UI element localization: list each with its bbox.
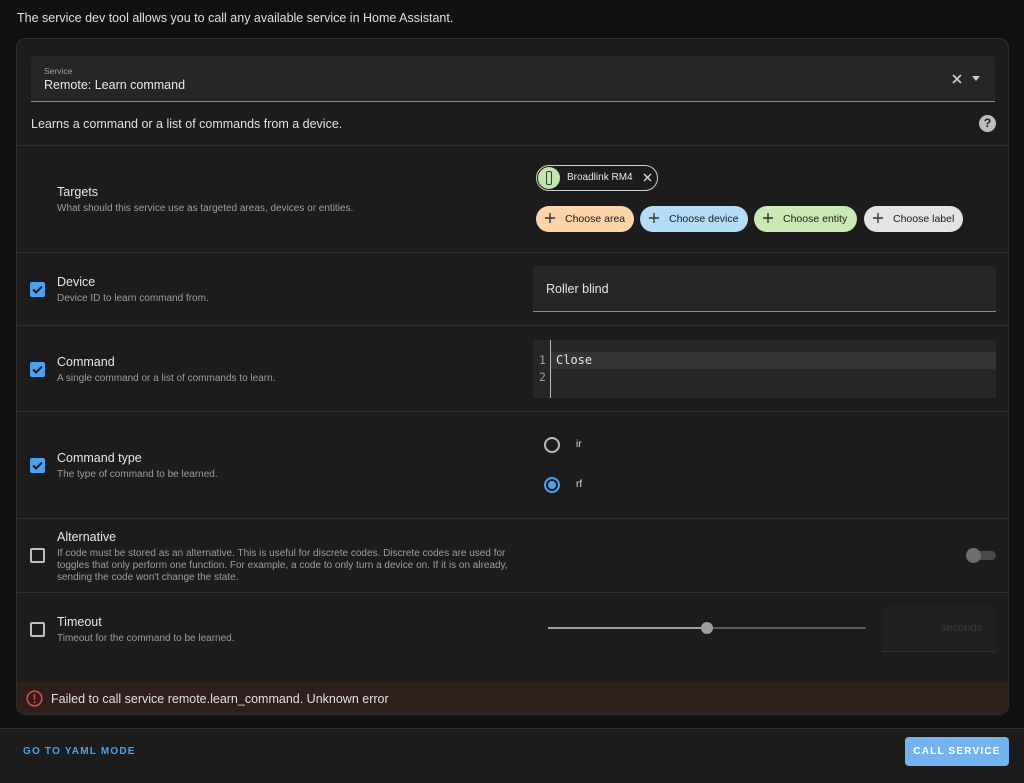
line-gutter: 1 2 [533,340,551,398]
device-field[interactable]: Roller blind [533,266,996,312]
call-service-button[interactable]: CALL SERVICE [905,737,1009,766]
alternative-subtitle-line-3: sending the code won't change the state. [57,572,239,583]
radio-rf-label: rf [576,479,583,490]
target-entity-chip[interactable]: Broadlink RM4 [536,165,658,191]
command-title: Command [57,355,115,369]
device-checkbox[interactable] [30,282,45,297]
toggle-knob [966,548,981,563]
divider [17,252,1008,253]
slider-thumb[interactable] [701,622,713,634]
timeout-checkbox[interactable] [30,622,45,637]
check-icon [32,285,43,294]
alternative-subtitle-line-2: toggles that only perform one function. … [57,560,508,571]
choose-area-button[interactable]: Choose area [536,206,634,232]
clear-icon[interactable] [950,72,964,86]
command-code-text: Close [556,353,593,367]
intro-text: The service dev tool allows you to call … [17,11,454,25]
error-message: Failed to call service remote.learn_comm… [51,692,389,706]
choose-device-label: Choose device [669,213,739,225]
timeout-title: Timeout [57,615,102,629]
command-type-title: Command type [57,451,142,465]
service-select-value: Remote: Learn command [44,78,186,92]
service-select[interactable]: Service Remote: Learn command [31,56,995,102]
alternative-checkbox[interactable] [30,548,45,563]
check-icon [32,461,43,470]
divider [17,592,1008,593]
error-alert: Failed to call service remote.learn_comm… [17,682,1008,714]
radio-ir[interactable] [544,437,560,453]
device-field-value: Roller blind [546,282,609,296]
seconds-suffix: seconds [941,622,982,634]
targets-title: Targets [57,185,98,199]
divider [17,145,1008,146]
timeout-subtitle: Timeout for the command to be learned. [57,633,235,644]
plus-icon [545,213,555,223]
remove-chip-icon[interactable] [643,173,652,182]
divider [17,325,1008,326]
service-card: Service Remote: Learn command Learns a c… [16,38,1009,715]
targets-subtitle: What should this service use as targeted… [57,203,354,214]
plus-icon [763,213,773,223]
divider [17,411,1008,412]
alert-circle-icon [26,690,43,707]
device-subtitle: Device ID to learn command from. [57,293,209,304]
radio-rf[interactable] [544,477,560,493]
alternative-toggle[interactable] [966,548,996,563]
line-number: 2 [539,370,546,384]
target-entity-name: Broadlink RM4 [567,172,633,183]
choose-label-label: Choose label [893,213,955,225]
choose-entity-label: Choose entity [783,213,848,225]
help-icon[interactable]: ? [979,115,996,132]
line-number: 1 [539,353,546,367]
plus-icon [873,213,883,223]
choose-entity-button[interactable]: Choose entity [754,206,857,232]
choose-device-button[interactable]: Choose device [640,206,748,232]
choose-area-label: Choose area [565,213,626,225]
active-line-highlight [551,352,996,369]
slider-fill [548,627,707,629]
command-subtitle: A single command or a list of commands t… [57,373,276,384]
radio-ir-label: ir [576,439,582,450]
divider [17,518,1008,519]
service-description: Learns a command or a list of commands f… [31,117,343,131]
check-icon [32,365,43,374]
command-type-checkbox[interactable] [30,458,45,473]
service-select-label: Service [44,66,73,76]
alternative-subtitle-line-1: If code must be stored as an alternative… [57,548,506,559]
remote-icon [538,167,560,189]
command-type-subtitle: The type of command to be learned. [57,469,218,480]
footer-bar: GO TO YAML MODE CALL SERVICE [0,728,1024,783]
device-title: Device [57,275,96,289]
timeout-slider[interactable] [548,622,866,634]
alternative-title: Alternative [57,530,117,544]
timeout-seconds-field[interactable]: seconds [882,606,996,652]
plus-icon [649,213,659,223]
yaml-mode-button[interactable]: GO TO YAML MODE [23,746,136,757]
command-checkbox[interactable] [30,362,45,377]
chevron-down-icon[interactable] [972,76,980,81]
choose-label-button[interactable]: Choose label [864,206,963,232]
command-code-editor[interactable]: 1 2 Close [533,340,996,398]
